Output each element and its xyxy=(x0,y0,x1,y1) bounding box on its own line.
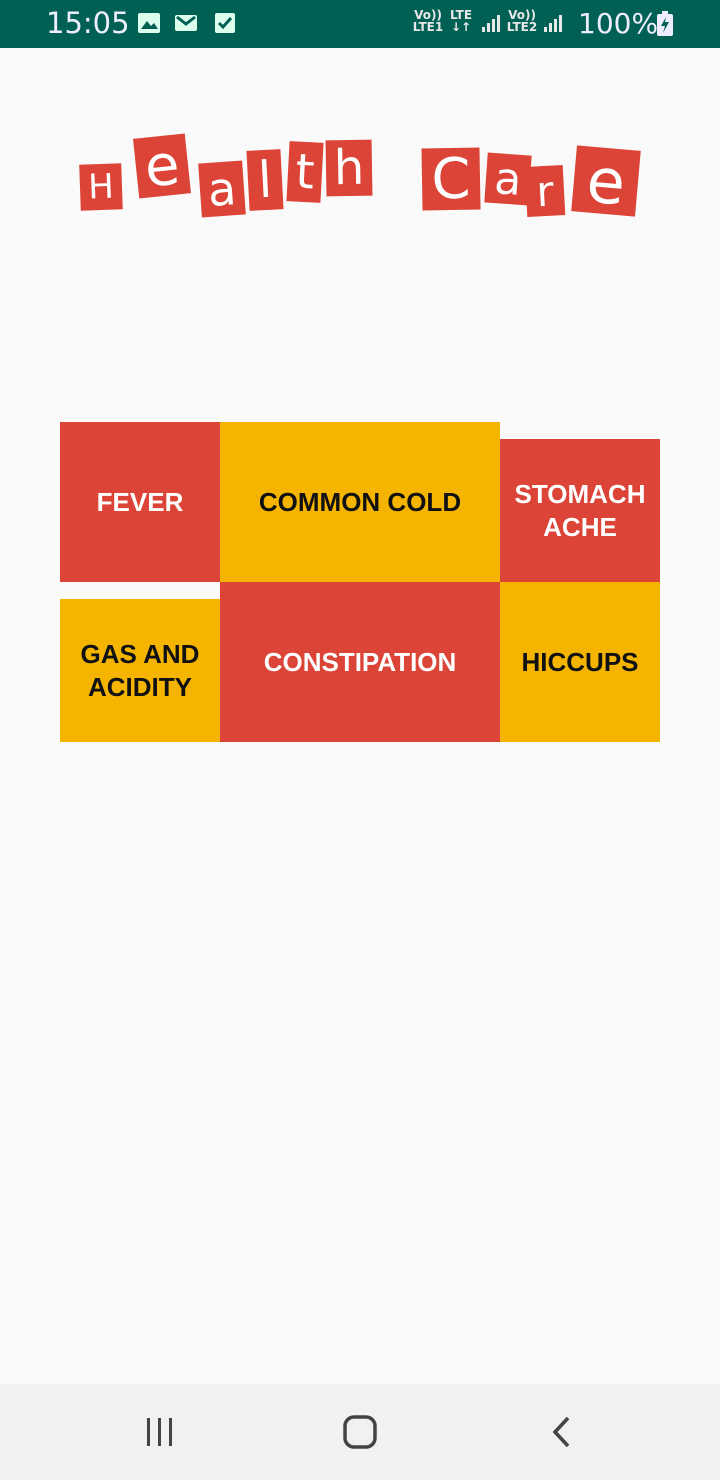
sim2-indicator: Vo)) LTE2 xyxy=(506,8,538,34)
lte-indicator: LTE ↓↑ xyxy=(449,8,473,34)
battery-percentage: 100% xyxy=(578,7,659,40)
status-time: 15:05 xyxy=(46,6,130,40)
recent-apps-icon xyxy=(147,1418,172,1446)
category-hiccups[interactable]: HICCUPS xyxy=(500,582,660,742)
check-icon xyxy=(215,13,235,33)
status-bar: 15:05 Vo)) LTE1 LTE ↓↑ Vo)) LTE2 100% xyxy=(0,0,720,48)
navigation-bar xyxy=(0,1384,720,1480)
category-common-cold[interactable]: COMMON COLD xyxy=(220,422,500,582)
home-icon xyxy=(343,1415,377,1449)
image-icon xyxy=(138,13,160,33)
recent-apps-button[interactable] xyxy=(130,1408,190,1456)
category-constipation[interactable]: CONSTIPATION xyxy=(220,582,500,742)
sim1-indicator: Vo)) LTE1 xyxy=(412,8,444,34)
logo-letter: t xyxy=(286,141,324,203)
category-fever[interactable]: FEVER xyxy=(60,422,220,582)
back-icon xyxy=(552,1416,570,1448)
logo-letter: h xyxy=(325,139,373,197)
health-care-logo: H e a l t h C a r e xyxy=(0,120,720,240)
logo-letter: H xyxy=(79,163,123,211)
category-gas-and-acidity[interactable]: GAS AND ACIDITY xyxy=(60,599,220,742)
gmail-icon xyxy=(175,15,197,31)
logo-letter: C xyxy=(421,146,481,212)
logo-letter: e xyxy=(133,132,191,200)
logo-letter: r xyxy=(524,165,566,217)
category-stomach-ache[interactable]: STOMACH ACHE xyxy=(500,439,660,582)
signal-icon xyxy=(482,15,500,32)
back-button[interactable] xyxy=(532,1408,592,1456)
logo-letter: a xyxy=(198,160,246,218)
battery-charging-icon xyxy=(657,11,673,36)
signal-icon xyxy=(544,15,562,32)
home-button[interactable] xyxy=(330,1408,390,1456)
logo-letter: l xyxy=(246,149,284,211)
logo-letter: e xyxy=(571,143,641,219)
